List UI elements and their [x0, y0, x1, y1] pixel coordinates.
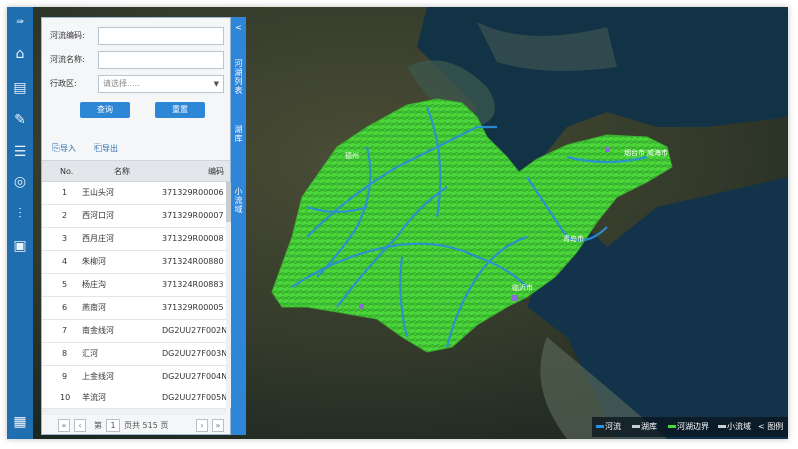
pagination: « ‹ 第 1 页共 515 页 › »	[42, 417, 230, 435]
page-total: 页共 515 页	[124, 421, 169, 430]
prev-page-icon[interactable]: ‹	[74, 419, 86, 432]
collapse-icon[interactable]: <	[233, 23, 244, 32]
import-icon: ⎘	[52, 143, 60, 154]
map-label: 青岛市	[563, 235, 584, 243]
legend-toggle[interactable]: < 图例	[758, 417, 783, 437]
table-row[interactable]: 10 羊流河 DG2UU27F005N	[42, 387, 226, 409]
camera-icon[interactable]: ◎	[11, 173, 29, 191]
map-label: 临沂市	[512, 284, 533, 292]
export-button[interactable]: ⎗导出	[94, 142, 118, 156]
region-label: 行政区:	[50, 79, 77, 88]
legend-item-boundary[interactable]: 河湖边界	[668, 417, 709, 437]
region-select[interactable]: 请选择..... ▼	[98, 75, 224, 93]
page-label: 第	[94, 421, 102, 430]
grid-apps-icon[interactable]: ▦	[11, 413, 29, 431]
export-icon: ⎗	[94, 143, 102, 154]
legend-swatch	[596, 425, 604, 428]
import-button[interactable]: ⎘导入	[52, 142, 76, 156]
list-search-icon[interactable]: ☰	[11, 143, 29, 161]
legend-item-river[interactable]: 河流	[596, 417, 621, 437]
edit-icon[interactable]: ✎	[11, 111, 29, 129]
map-label: 威海市	[647, 149, 668, 157]
chevron-down-icon: ▼	[213, 80, 219, 88]
legend-item-lake[interactable]: 湖库	[632, 417, 657, 437]
river-name-label: 河流名称:	[50, 55, 85, 64]
river-code-label: 河流编码:	[50, 31, 85, 40]
chart-icon[interactable]: ⫶	[11, 205, 29, 223]
table-header: No. 名称 编码	[42, 160, 230, 182]
tab-lakes[interactable]: 湖库	[233, 125, 244, 143]
legend-swatch	[718, 425, 726, 428]
table-row[interactable]: 9 上金线河 DG2UU27F004N	[42, 366, 226, 389]
legend-swatch	[632, 425, 640, 428]
left-nav: ⇛ ⌂ ▤ ✎ ☰ ◎ ⫶ ▣ ▦	[7, 7, 33, 439]
first-page-icon[interactable]: «	[58, 419, 70, 432]
column-name[interactable]: 名称	[114, 161, 130, 183]
river-name-input[interactable]	[98, 51, 224, 69]
column-code[interactable]: 编码	[208, 161, 224, 183]
side-tab-strip: < 河湖列表 湖库 小流域	[231, 17, 246, 435]
table-row[interactable]: 6 燕南河 371329R00005	[42, 297, 226, 320]
query-button[interactable]: 查询	[80, 102, 130, 118]
map-label: 德州	[345, 152, 359, 160]
image-icon[interactable]: ▣	[11, 237, 29, 255]
table-row[interactable]: 7 南金线河 DG2UU27F002N	[42, 320, 226, 343]
app-window: 德州 烟台市 青岛市 临沂市 威海市 ⇛ ⌂ ▤ ✎ ☰ ◎ ⫶ ▣ ▦ 河流编…	[7, 7, 788, 439]
river-query-panel: 河流编码: 河流名称: 行政区: 请选择..... ▼ 查询 重置 ⎘导入 ⎗导…	[41, 17, 231, 435]
legend-swatch	[668, 425, 676, 428]
expand-icon[interactable]: ⇛	[11, 13, 29, 31]
map-legend: 河流 湖库 河湖边界 小流域 < 图例	[592, 417, 788, 437]
document-icon[interactable]: ▤	[11, 79, 29, 97]
table-row[interactable]: 5 杨庄沟 371324R00883	[42, 274, 226, 297]
tab-river-list[interactable]: 河湖列表	[233, 59, 244, 95]
page-number-input[interactable]: 1	[106, 419, 120, 432]
table-row[interactable]: 3 西月庄河 371329R00008	[42, 228, 226, 251]
table-row[interactable]: 8 汇河 DG2UU27F003N	[42, 343, 226, 366]
tab-small-watershed[interactable]: 小流域	[233, 187, 244, 214]
table-row[interactable]: 4 朱柳河 371324R00880	[42, 251, 226, 274]
table-row[interactable]: 1 王山头河 371329R00006	[42, 182, 226, 205]
reset-button[interactable]: 重置	[155, 102, 205, 118]
last-page-icon[interactable]: »	[212, 419, 224, 432]
river-code-input[interactable]	[98, 27, 224, 45]
home-icon[interactable]: ⌂	[11, 45, 29, 63]
legend-item-watershed[interactable]: 小流域	[718, 417, 751, 437]
column-no[interactable]: No.	[60, 161, 73, 183]
region-placeholder: 请选择.....	[103, 79, 140, 88]
table-row[interactable]: 2 西河口河 371329R00007	[42, 205, 226, 228]
next-page-icon[interactable]: ›	[196, 419, 208, 432]
map-label: 烟台市	[624, 149, 645, 157]
horizontal-scrollbar[interactable]	[42, 409, 226, 415]
